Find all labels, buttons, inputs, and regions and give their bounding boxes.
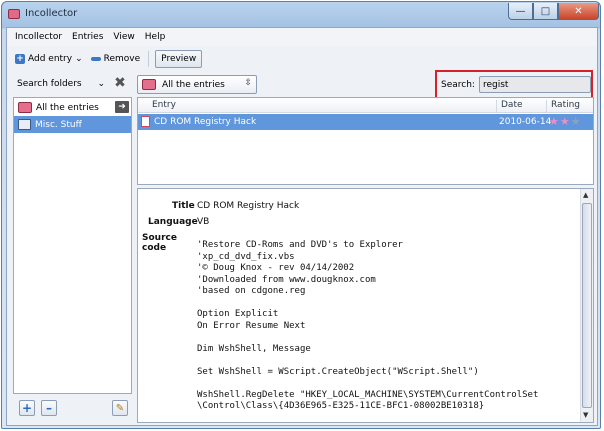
remove-button[interactable]: Remove	[90, 54, 141, 64]
app-window: Incollector — □ ✕ Incollector Entries Vi…	[1, 1, 601, 429]
folder-filter-select[interactable]: All the entries ⇳	[137, 75, 257, 94]
folder-actions: + – ✎	[13, 400, 132, 422]
minus-icon	[90, 57, 101, 61]
folder-filter-value: All the entries	[162, 79, 225, 90]
language-label: Language	[148, 217, 198, 227]
minimize-button[interactable]: —	[508, 3, 533, 20]
menu-incollector[interactable]: Incollector	[15, 32, 62, 42]
folder-icon	[142, 79, 156, 90]
search-box-highlight: Search:	[435, 70, 593, 99]
folder-item-label: All the entries	[36, 102, 99, 113]
vertical-scrollbar[interactable]: ▲ ▼	[580, 189, 593, 422]
remove-folder-button[interactable]: –	[41, 400, 57, 416]
star-icon[interactable]: ★	[549, 115, 560, 128]
add-entry-button[interactable]: + Add entry ⌄	[15, 54, 83, 64]
remove-label: Remove	[103, 54, 141, 64]
source-code: 'Restore CD-Roms and DVD's to Explorer '…	[197, 240, 539, 411]
scroll-up-icon[interactable]: ▲	[583, 191, 588, 199]
scroll-thumb[interactable]	[582, 203, 592, 408]
add-folder-button[interactable]: +	[19, 400, 35, 416]
window-title: Incollector	[25, 8, 78, 19]
maximize-button[interactable]: □	[533, 3, 558, 20]
toolbar: + Add entry ⌄ Remove Preview	[7, 47, 597, 71]
folder-item-label: Misc. Stuff	[35, 119, 82, 130]
folder-item-misc-stuff[interactable]: Misc. Stuff	[14, 116, 131, 133]
toolbar-separator	[148, 51, 150, 67]
rating-stars[interactable]: ★★★	[549, 115, 582, 128]
search-folders-dropdown[interactable]: Search folders ⌄	[13, 75, 109, 93]
entries-list: Entry Date Rating CD ROM Registry Hack 2…	[137, 97, 594, 185]
list-header: Entry Date Rating	[138, 98, 593, 113]
title-value: CD ROM Registry Hack	[197, 201, 300, 211]
chevron-down-icon: ⌄	[97, 79, 105, 89]
search-folders-label: Search folders	[17, 79, 82, 89]
up-down-arrow-icon: ⇳	[244, 78, 252, 88]
menu-entries[interactable]: Entries	[72, 32, 103, 42]
filter-row: Search folders ⌄ ✖ All the entries ⇳ Sea…	[7, 70, 597, 99]
folders-panel: All the entries ➜ Misc. Stuff	[13, 97, 132, 394]
row-date: 2010-06-14	[499, 117, 552, 127]
folder-item-all-entries[interactable]: All the entries ➜	[14, 99, 131, 116]
document-icon	[141, 116, 150, 127]
folder-icon	[18, 119, 31, 130]
title-label: Title	[172, 201, 195, 211]
menu-view[interactable]: View	[113, 32, 134, 42]
column-entry[interactable]: Entry	[152, 100, 176, 110]
title-bar: Incollector — □ ✕	[2, 2, 600, 27]
table-row[interactable]: CD ROM Registry Hack 2010-06-14 ★★★	[138, 114, 593, 130]
star-icon[interactable]: ★	[560, 115, 571, 128]
menu-help[interactable]: Help	[145, 32, 166, 42]
search-label: Search:	[441, 79, 475, 90]
column-date[interactable]: Date	[496, 100, 523, 113]
edit-folder-button[interactable]: ✎	[112, 400, 128, 416]
client-area: Incollector Entries View Help + Add entr…	[6, 27, 598, 426]
entry-preview: Title CD ROM Registry Hack Language VB S…	[137, 188, 594, 423]
clear-icon[interactable]: ✖	[112, 75, 128, 91]
row-entry: CD ROM Registry Hack	[154, 117, 257, 127]
source-code-label: Source code	[142, 233, 177, 253]
plus-icon: +	[15, 54, 25, 64]
chevron-down-icon[interactable]: ⌄	[75, 54, 83, 64]
star-icon[interactable]: ★	[571, 115, 582, 128]
scroll-down-icon[interactable]: ▼	[583, 411, 588, 419]
menu-bar: Incollector Entries View Help	[7, 28, 597, 46]
folder-icon	[18, 102, 32, 113]
preview-button[interactable]: Preview	[155, 50, 203, 68]
language-value: VB	[197, 217, 210, 227]
column-rating[interactable]: Rating	[546, 100, 580, 113]
close-button[interactable]: ✕	[558, 3, 599, 20]
add-entry-label: Add entry	[28, 54, 73, 64]
arrow-right-icon[interactable]: ➜	[115, 101, 129, 113]
app-icon	[8, 9, 20, 19]
search-input[interactable]	[478, 76, 591, 93]
